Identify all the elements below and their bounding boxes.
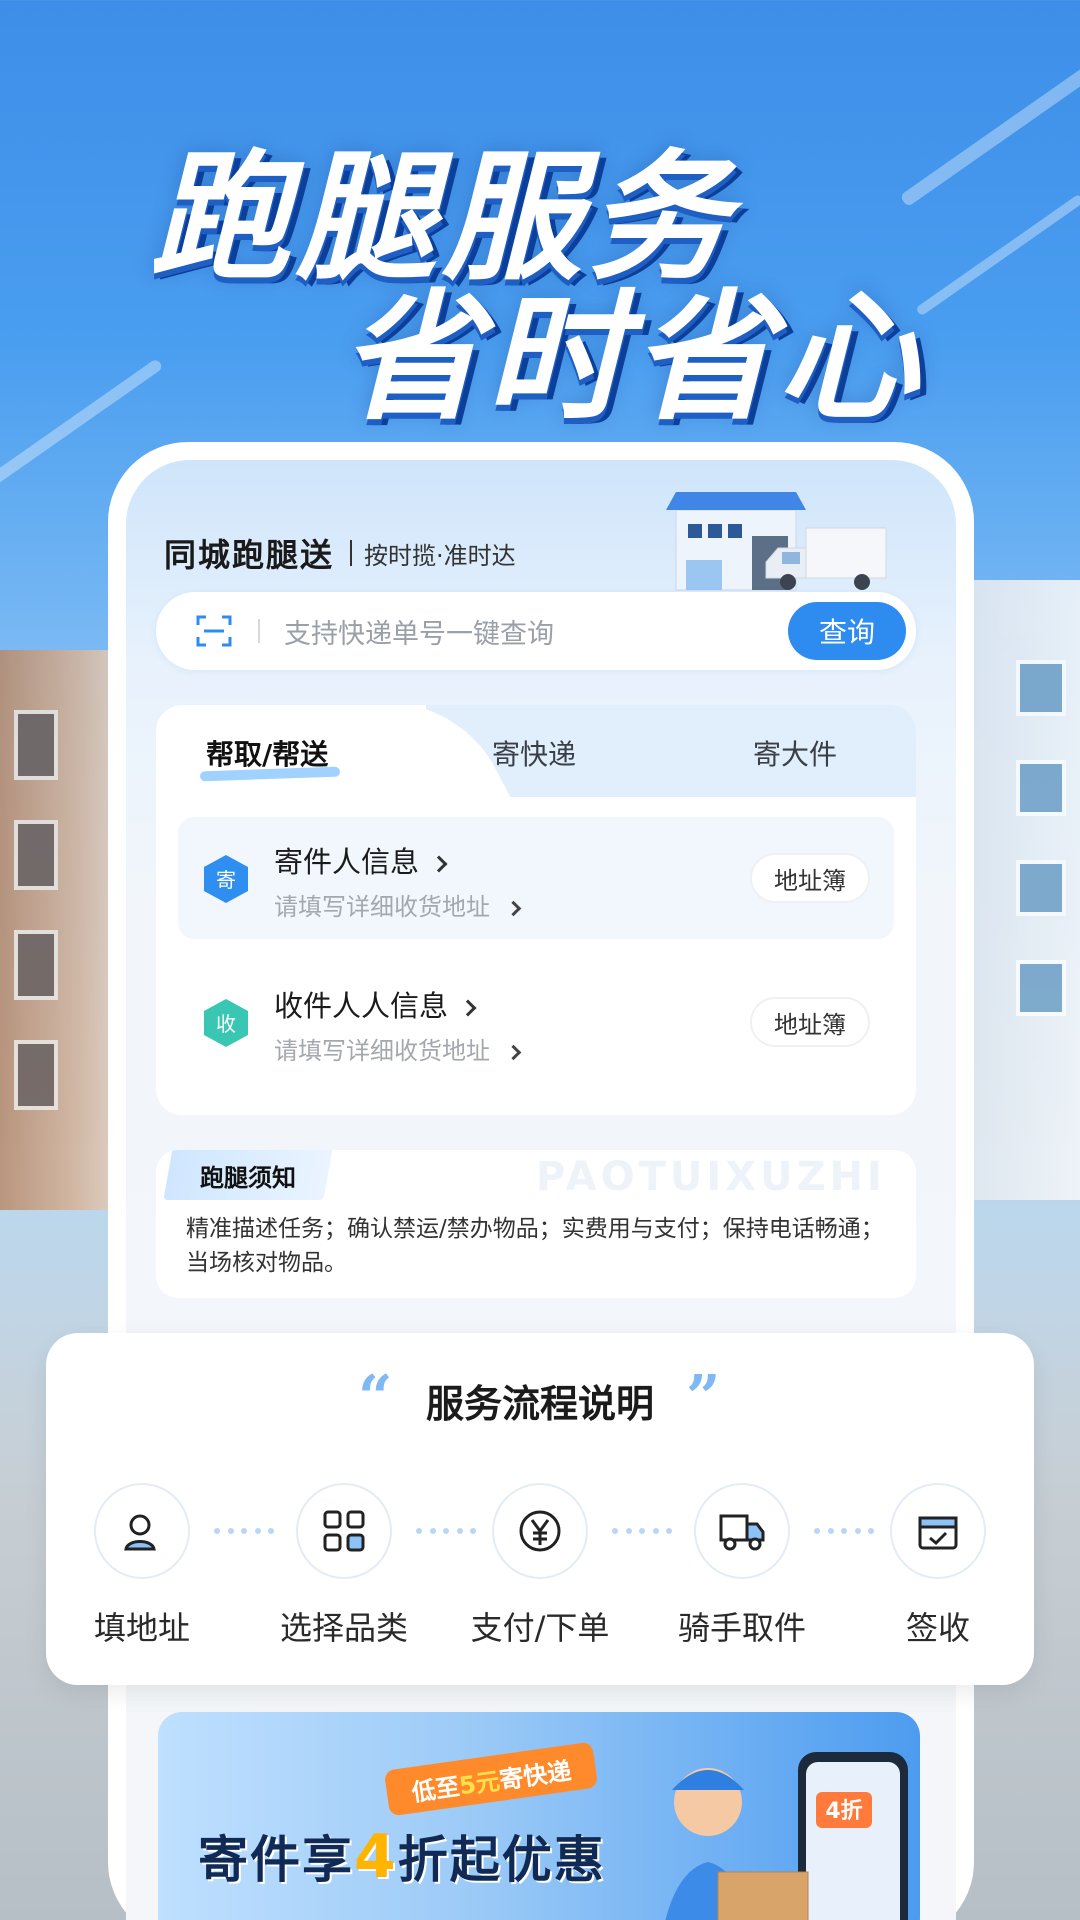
errand-notice: PAOTUIXUZHI 跑腿须知 精准描述任务；确认禁运/禁办物品；实费用与支付… xyxy=(156,1150,916,1298)
tab-label: 寄快递 xyxy=(492,738,577,771)
process-step-pay-order: 支付/下单 xyxy=(460,1483,620,1649)
order-card: 帮取/帮送 寄快递 寄大件 寄 寄件人信息 请填写详细收货地址 地址簿 收 收件… xyxy=(156,705,916,1115)
service-process-card: “ 服务流程说明 ” 填地址 选择品类 支付/下单 骑手取件 签收 xyxy=(46,1333,1034,1685)
sender-subtitle: 请填写详细收货地址 xyxy=(274,887,522,922)
promo-banner[interactable]: 低至 5元 寄快递 寄件享4折起优惠 4折 xyxy=(158,1712,920,1920)
promo-tag: 低至 5元 寄快递 xyxy=(383,1741,599,1817)
sender-title: 寄件人信息 xyxy=(274,839,448,881)
phone-mockup: 同城跑腿送 按时揽·准时达 支持快递单号一键查询 查询 帮取/帮送 寄快递 寄大… xyxy=(108,442,974,1920)
search-input[interactable]: 支持快递单号一键查询 xyxy=(284,612,788,651)
location-person-icon xyxy=(94,1483,190,1579)
truck-icon xyxy=(694,1483,790,1579)
process-step-choose-category: 选择品类 xyxy=(264,1483,424,1649)
step-label: 填地址 xyxy=(93,1609,190,1647)
step-label: 支付/下单 xyxy=(470,1609,610,1647)
brand-divider xyxy=(350,540,353,566)
notice-watermark: PAOTUIXUZHI xyxy=(536,1154,886,1200)
tracking-search-bar[interactable]: 支持快递单号一键查询 查询 xyxy=(156,592,916,670)
step-label: 签收 xyxy=(905,1609,970,1647)
receiver-info-row[interactable]: 收 收件人人信息 请填写详细收货地址 地址簿 xyxy=(178,961,894,1083)
step-label: 选择品类 xyxy=(279,1609,408,1647)
chevron-right-icon xyxy=(505,1044,522,1060)
tab-send-express[interactable]: 寄快递 xyxy=(492,733,576,773)
svg-text:寄: 寄 xyxy=(216,868,236,892)
svg-text:收: 收 xyxy=(216,1012,236,1036)
grid-icon xyxy=(296,1483,392,1579)
svg-text:4折: 4折 xyxy=(825,1799,862,1824)
headline-line-2: 省时省心 xyxy=(340,277,925,440)
promo-headline: 寄件享4折起优惠 xyxy=(198,1822,606,1892)
search-divider xyxy=(258,619,260,643)
brand-header: 同城跑腿送 按时揽·准时达 xyxy=(164,530,516,576)
process-step-fill-address: 填地址 xyxy=(62,1483,222,1649)
warehouse-truck-illustration xyxy=(666,492,887,591)
tab-help-pickup-send[interactable]: 帮取/帮送 xyxy=(199,733,341,782)
query-button[interactable]: 查询 xyxy=(788,602,906,660)
sign-box-icon xyxy=(890,1483,986,1579)
tab-label: 帮取/帮送 xyxy=(206,738,329,771)
sender-info-row[interactable]: 寄 寄件人信息 请填写详细收货地址 地址簿 xyxy=(178,817,894,939)
app-screen: 同城跑腿送 按时揽·准时达 支持快递单号一键查询 查询 帮取/帮送 寄快递 寄大… xyxy=(126,460,956,1920)
notice-title: 跑腿须知 xyxy=(200,1164,296,1192)
tab-label: 寄大件 xyxy=(753,738,838,771)
service-tabs: 帮取/帮送 寄快递 寄大件 xyxy=(156,705,916,797)
courier-illustration: 4折 xyxy=(665,1752,908,1920)
receiver-title: 收件人人信息 xyxy=(274,983,477,1025)
brand-slogan: 按时揽·准时达 xyxy=(364,541,516,570)
process-title: 服务流程说明 xyxy=(425,1382,654,1426)
chevron-right-icon xyxy=(459,999,477,1017)
step-label: 骑手取件 xyxy=(677,1609,806,1647)
hero-headline: 跑腿服务 省时省心 xyxy=(0,0,1080,440)
chevron-right-icon xyxy=(505,900,522,916)
close-quote-icon: ” xyxy=(686,1363,721,1433)
process-step-sign-receive: 签收 xyxy=(858,1483,1018,1649)
scan-icon[interactable] xyxy=(194,611,234,651)
sender-address-book-button[interactable]: 地址簿 xyxy=(750,853,870,903)
brand-title: 同城跑腿送 xyxy=(164,536,335,574)
chevron-right-icon xyxy=(430,855,448,873)
receiver-subtitle: 请填写详细收货地址 xyxy=(274,1031,522,1066)
tab-send-large-item[interactable]: 寄大件 xyxy=(753,733,837,773)
receive-badge-icon: 收 xyxy=(204,999,248,1047)
receiver-address-book-button[interactable]: 地址簿 xyxy=(750,997,870,1047)
send-badge-icon: 寄 xyxy=(204,855,248,903)
process-step-rider-pickup: 骑手取件 xyxy=(662,1483,822,1649)
notice-text: 精准描述任务；确认禁运/禁办物品；实费用与支付；保持电话畅通；当场核对物品。 xyxy=(186,1216,884,1276)
yuan-icon xyxy=(492,1483,588,1579)
